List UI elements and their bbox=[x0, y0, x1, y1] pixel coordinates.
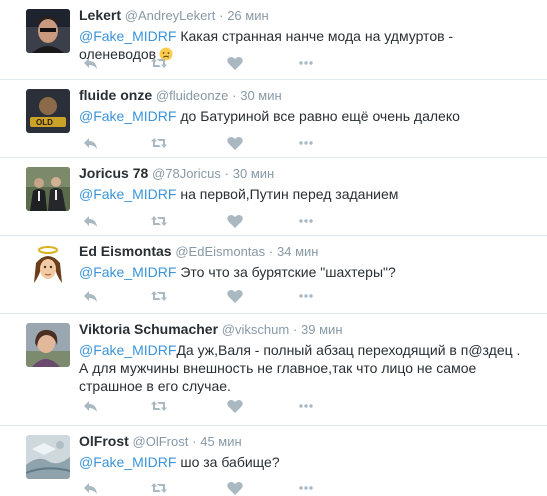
separator-dot: · bbox=[192, 434, 197, 449]
avatar[interactable]: OLD bbox=[26, 89, 70, 133]
reply-icon[interactable] bbox=[82, 288, 100, 304]
author-name[interactable]: fluide onze bbox=[79, 87, 152, 103]
avatar[interactable] bbox=[26, 9, 70, 53]
author-username[interactable]: @fluideonze bbox=[156, 88, 228, 103]
svg-text:OLD: OLD bbox=[36, 118, 53, 127]
tweet-timestamp[interactable]: 30 мин bbox=[233, 166, 274, 181]
tweet-item: Lekert @AndreyLekert · 26 мин @Fake_MIDR… bbox=[0, 0, 547, 80]
avatar[interactable] bbox=[26, 245, 70, 289]
heart-icon[interactable] bbox=[226, 135, 244, 151]
retweet-icon[interactable] bbox=[150, 288, 168, 304]
tweet-text: @Fake_MIDRF Это что за бурятские "шахтер… bbox=[79, 263, 533, 281]
tweet-item: OlFrost @OlFrost · 45 мин @Fake_MIDRF шо… bbox=[0, 426, 547, 495]
tweet-timestamp[interactable]: 45 мин bbox=[200, 434, 241, 449]
author-name[interactable]: OlFrost bbox=[79, 433, 129, 449]
more-dots-icon[interactable] bbox=[297, 213, 315, 229]
more-dots-icon[interactable] bbox=[297, 480, 315, 496]
mention-link[interactable]: @Fake_MIDRF bbox=[79, 28, 176, 44]
mention-link[interactable]: @Fake_MIDRF bbox=[79, 108, 176, 124]
reply-icon[interactable] bbox=[82, 135, 100, 151]
tweet-item: Joricus 78 @78Joricus · 30 мин @Fake_MID… bbox=[0, 158, 547, 236]
author-name[interactable]: Lekert bbox=[79, 7, 121, 23]
reply-icon[interactable] bbox=[82, 55, 100, 71]
more-dots-icon[interactable] bbox=[297, 288, 315, 304]
author-username[interactable]: @EdEismontas bbox=[175, 244, 265, 259]
author-name[interactable]: Ed Eismontas bbox=[79, 243, 172, 259]
more-dots-icon[interactable] bbox=[297, 55, 315, 71]
separator-dot: · bbox=[224, 166, 229, 181]
tweet-body: на первой,Путин перед заданием bbox=[180, 186, 399, 202]
author-username[interactable]: @AndreyLekert bbox=[125, 8, 216, 23]
retweet-icon[interactable] bbox=[150, 135, 168, 151]
tweet-body: до Батуриной все равно ещё очень далеко bbox=[180, 108, 460, 124]
tweet-body: шо за бабище? bbox=[180, 454, 280, 470]
more-dots-icon[interactable] bbox=[297, 398, 315, 414]
heart-icon[interactable] bbox=[226, 398, 244, 414]
tweet-timestamp[interactable]: 39 мин bbox=[301, 322, 342, 337]
reply-icon[interactable] bbox=[82, 480, 100, 496]
separator-dot: · bbox=[268, 244, 274, 259]
heart-icon[interactable] bbox=[226, 480, 244, 496]
tweet-item: Ed Eismontas @EdEismontas · 34 мин @Fake… bbox=[0, 236, 547, 314]
avatar[interactable] bbox=[26, 435, 70, 479]
separator-dot: · bbox=[292, 322, 298, 337]
reply-icon[interactable] bbox=[82, 213, 100, 229]
more-dots-icon[interactable] bbox=[297, 135, 315, 151]
heart-icon[interactable] bbox=[226, 213, 244, 229]
tweet-text: @Fake_MIDRF шо за бабище? bbox=[79, 453, 533, 471]
tweet-item: OLD fluide onze @fluideonze · 30 мин @Fa… bbox=[0, 80, 547, 158]
tweet-timestamp[interactable]: 34 мин bbox=[277, 244, 318, 259]
retweet-icon[interactable] bbox=[150, 398, 168, 414]
mention-link[interactable]: @Fake_MIDRF bbox=[79, 454, 176, 470]
mention-link[interactable]: @Fake_MIDRF bbox=[79, 264, 176, 280]
heart-icon[interactable] bbox=[226, 55, 244, 71]
avatar[interactable] bbox=[26, 167, 70, 211]
author-username[interactable]: @OlFrost bbox=[133, 434, 189, 449]
author-username[interactable]: @vikschum bbox=[222, 322, 289, 337]
author-username[interactable]: @78Joricus bbox=[152, 166, 221, 181]
mention-link[interactable]: @Fake_MIDRF bbox=[79, 342, 176, 358]
heart-icon[interactable] bbox=[226, 288, 244, 304]
tweet-text: @Fake_MIDRFДа уж,Валя - полный абзац пер… bbox=[79, 341, 533, 395]
tweet-body: Это что за бурятские "шахтеры"? bbox=[180, 264, 396, 280]
tweet-text: @Fake_MIDRF на первой,Путин перед задани… bbox=[79, 185, 533, 203]
author-name[interactable]: Joricus 78 bbox=[79, 165, 148, 181]
retweet-icon[interactable] bbox=[150, 213, 168, 229]
tweet-text: @Fake_MIDRF до Батуриной все равно ещё о… bbox=[79, 107, 533, 125]
tweet-timestamp[interactable]: 26 мин bbox=[227, 8, 268, 23]
reply-icon[interactable] bbox=[82, 398, 100, 414]
retweet-icon[interactable] bbox=[150, 480, 168, 496]
avatar[interactable] bbox=[26, 323, 70, 367]
retweet-icon[interactable] bbox=[150, 55, 168, 71]
tweet-item: Viktoria Schumacher @vikschum · 39 мин @… bbox=[0, 314, 547, 426]
author-name[interactable]: Viktoria Schumacher bbox=[79, 321, 218, 337]
tweet-timestamp[interactable]: 30 мин bbox=[240, 88, 281, 103]
separator-dot: · bbox=[219, 8, 224, 23]
separator-dot: · bbox=[232, 88, 237, 103]
mention-link[interactable]: @Fake_MIDRF bbox=[79, 186, 176, 202]
